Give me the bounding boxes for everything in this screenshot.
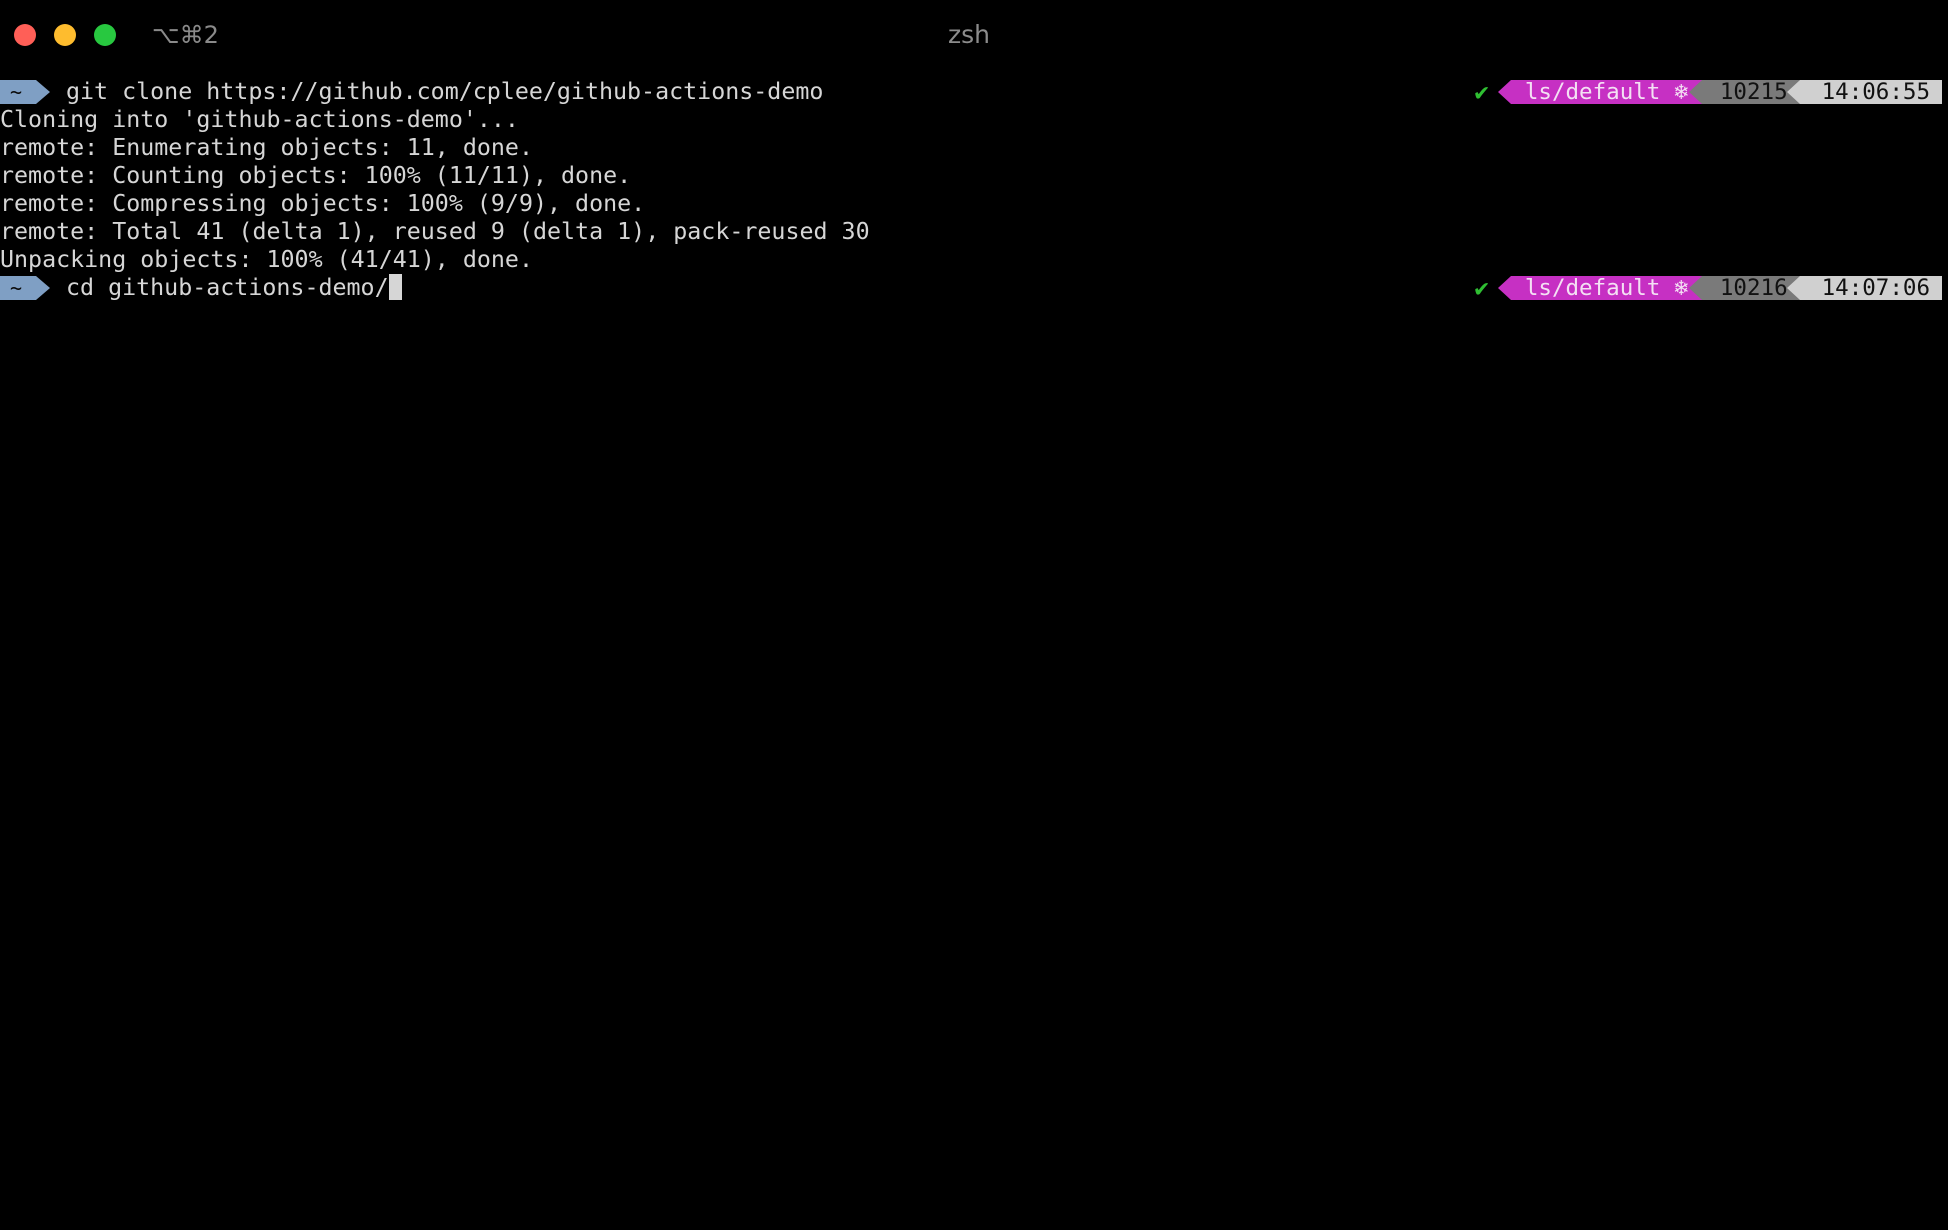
- title-bar: ⌥⌘2 zsh: [0, 0, 1948, 70]
- kube-context-segment: ls/default ❄: [1497, 79, 1702, 105]
- command-text: cd github-actions-demo/: [66, 274, 389, 301]
- command-input[interactable]: cd github-actions-demo/: [66, 274, 402, 302]
- success-check-icon: ✔: [1474, 78, 1489, 106]
- output-line: remote: Total 41 (delta 1), reused 9 (de…: [0, 218, 870, 245]
- output-line: Cloning into 'github-actions-demo'...: [0, 106, 519, 133]
- output-line: remote: Compressing objects: 100% (9/9),…: [0, 190, 646, 217]
- window-title: zsh: [948, 20, 990, 49]
- prompt-line: ~ git clone https://github.com/cplee/git…: [0, 78, 1948, 106]
- output-line: Unpacking objects: 100% (41/41), done.: [0, 246, 533, 273]
- snowflake-icon: ❄: [1674, 79, 1688, 105]
- success-check-icon: ✔: [1474, 274, 1489, 302]
- command-text: git clone https://github.com/cplee/githu…: [66, 78, 824, 105]
- history-number-segment: 10216: [1688, 276, 1800, 300]
- prompt-directory: ~: [0, 276, 50, 300]
- terminal-window: ⌥⌘2 zsh ~ git clone https://github.com/c…: [0, 0, 1948, 1230]
- kube-context-label: ls/default: [1524, 79, 1661, 105]
- text-cursor: [388, 274, 402, 300]
- terminal-content[interactable]: ~ git clone https://github.com/cplee/git…: [0, 78, 1948, 302]
- history-number-segment: 10215: [1688, 80, 1800, 104]
- right-prompt: ✔ ls/default ❄ 10215 14:06:55: [1474, 80, 1942, 104]
- right-prompt: ✔ ls/default ❄ 10216 14:07:06: [1474, 276, 1942, 300]
- time-segment: 14:06:55: [1786, 80, 1942, 104]
- output-line: remote: Counting objects: 100% (11/11), …: [0, 162, 632, 189]
- output-line: remote: Enumerating objects: 11, done.: [0, 134, 533, 161]
- prompt-directory: ~: [0, 80, 50, 104]
- kube-context-label: ls/default: [1524, 275, 1661, 301]
- snowflake-icon: ❄: [1674, 275, 1688, 301]
- kube-context-segment: ls/default ❄: [1497, 275, 1702, 301]
- prompt-line: ~ cd github-actions-demo/ ✔ ls/default ❄ …: [0, 274, 1948, 302]
- time-segment: 14:07:06: [1786, 276, 1942, 300]
